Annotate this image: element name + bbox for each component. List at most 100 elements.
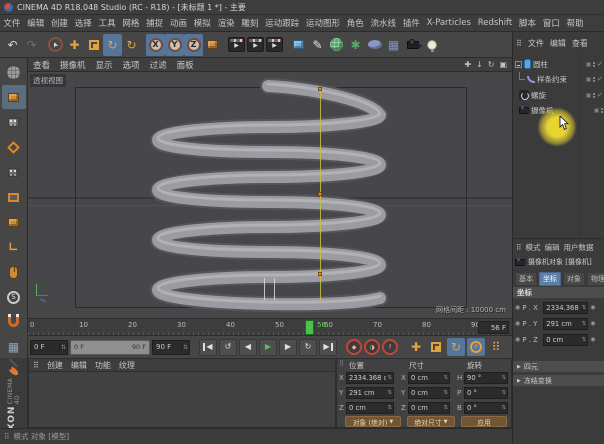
- menu-item[interactable]: 网格: [119, 17, 143, 29]
- size-x-input[interactable]: 0 cm ⇅: [408, 372, 450, 384]
- object-menu-item[interactable]: 文件: [528, 38, 544, 49]
- redo-button[interactable]: ↷: [22, 34, 41, 56]
- rot-h-input[interactable]: 90 ° ⇅: [464, 372, 508, 384]
- render-settings-button[interactable]: ▶: [265, 34, 284, 56]
- add-floor-button[interactable]: ▦: [384, 34, 403, 56]
- menu-item[interactable]: 插件: [399, 17, 423, 29]
- toggle-view-icon[interactable]: ▣: [499, 60, 507, 69]
- attribute-menu-item[interactable]: 用户数据: [564, 242, 594, 253]
- lock-y-axis-button[interactable]: Y: [165, 33, 184, 56]
- menu-item[interactable]: 帮助: [563, 17, 587, 29]
- layer-chip[interactable]: [586, 76, 592, 82]
- spinner-icon[interactable]: ⇅: [500, 405, 507, 411]
- menu-item[interactable]: 编辑: [24, 17, 48, 29]
- live-selection-button[interactable]: ➤: [46, 34, 65, 56]
- visibility-dots[interactable]: [593, 92, 596, 98]
- add-spline-button[interactable]: ✎: [308, 34, 327, 56]
- attribute-menu-item[interactable]: 编辑: [545, 242, 560, 253]
- autokey-button[interactable]: ◑: [364, 339, 380, 355]
- spinner-icon[interactable]: ⇅: [581, 305, 588, 311]
- viewport-menu-item[interactable]: 面板: [172, 59, 199, 71]
- add-camera-button[interactable]: [403, 34, 422, 56]
- layer-chip[interactable]: [586, 92, 592, 98]
- size-z-input[interactable]: 0 cm ⇅: [408, 402, 450, 414]
- py-input[interactable]: 291 cm ⇅: [543, 317, 589, 330]
- key-dot-icon[interactable]: ◉: [515, 336, 520, 343]
- add-generator-button[interactable]: [327, 34, 346, 56]
- freeze-transform-section[interactable]: ▶ 冻结变换: [513, 375, 604, 386]
- size-y-input[interactable]: 0 cm ⇅: [408, 387, 450, 399]
- edges-mode-button[interactable]: [2, 185, 26, 209]
- menu-item[interactable]: 文件: [0, 17, 24, 29]
- key-scale-button[interactable]: [427, 338, 445, 356]
- tab-physical[interactable]: 物理: [587, 272, 604, 286]
- menu-item[interactable]: 捕捉: [143, 17, 167, 29]
- lock-z-axis-button[interactable]: Z: [184, 33, 203, 56]
- menu-item[interactable]: 工具: [95, 17, 119, 29]
- end-frame-input[interactable]: 90 F ⇅: [152, 339, 190, 355]
- magnet-snap-button[interactable]: [2, 310, 26, 334]
- snap-button[interactable]: S: [2, 285, 26, 309]
- object-row-spline-constraint[interactable]: 样条约束 ✓: [513, 72, 604, 86]
- menu-item[interactable]: 渲染: [214, 17, 238, 29]
- workplane-mode-button[interactable]: ▦: [2, 335, 26, 359]
- menu-item[interactable]: 角色: [343, 17, 367, 29]
- key-rotation-button[interactable]: ↻: [447, 338, 465, 356]
- coordinate-mode-dropdown[interactable]: 对象 (绝对) ▼: [345, 416, 401, 427]
- add-environment-button[interactable]: [365, 34, 384, 56]
- add-primitive-button[interactable]: [289, 34, 308, 56]
- enabled-check-icon[interactable]: ✓: [597, 91, 603, 99]
- panel-handle-icon[interactable]: ⠿: [516, 39, 522, 48]
- key-parameter-button[interactable]: P: [467, 338, 485, 356]
- menu-item[interactable]: 创建: [48, 17, 72, 29]
- play-backwards-button[interactable]: ↺: [219, 338, 237, 356]
- helix-spring-model[interactable]: [28, 72, 512, 318]
- material-menu-item[interactable]: 纹理: [119, 360, 135, 371]
- spinner-icon[interactable]: ⇅: [442, 390, 449, 396]
- menu-item[interactable]: 脚本: [516, 17, 540, 29]
- object-row-helix[interactable]: 螺旋 ✓: [513, 88, 604, 102]
- panel-handle-icon[interactable]: ⠿: [33, 361, 39, 370]
- axis-handle[interactable]: [318, 87, 322, 91]
- spinner-icon[interactable]: ⇅: [442, 405, 449, 411]
- pos-x-input[interactable]: 2334.368 cm⇅: [346, 372, 394, 384]
- key-dot-icon[interactable]: ◉: [515, 304, 520, 311]
- next-frame-button[interactable]: ▶: [279, 338, 297, 356]
- visibility-dots[interactable]: [593, 61, 596, 67]
- scale-tool-button[interactable]: [84, 34, 103, 56]
- tab-coordinates[interactable]: 坐标: [539, 272, 561, 286]
- polygons-mode-button[interactable]: [2, 210, 26, 234]
- spinner-icon[interactable]: ⇅: [386, 405, 393, 411]
- expander-icon[interactable]: [515, 60, 522, 68]
- visibility-dots[interactable]: [601, 107, 603, 113]
- make-editable-button[interactable]: [2, 60, 26, 84]
- spinner-icon[interactable]: ⇅: [58, 343, 67, 351]
- add-light-button[interactable]: [422, 34, 441, 56]
- go-to-end-button[interactable]: ▶: [319, 338, 337, 356]
- viewport-solo-button[interactable]: [2, 260, 26, 284]
- spinner-icon[interactable]: ⇅: [581, 337, 588, 343]
- render-picture-viewer-button[interactable]: ▶: [246, 34, 265, 56]
- tab-object[interactable]: 对象: [563, 272, 585, 286]
- playhead[interactable]: [305, 320, 314, 335]
- menu-item[interactable]: 窗口: [539, 17, 563, 29]
- texture-mode-button[interactable]: [2, 110, 26, 134]
- lock-x-axis-button[interactable]: X: [146, 33, 165, 56]
- pan-view-icon[interactable]: ✚: [464, 60, 471, 69]
- viewport-menu-item[interactable]: 摄像机: [55, 59, 91, 71]
- menu-item[interactable]: Redshift: [474, 18, 515, 28]
- axis-handle[interactable]: [318, 272, 322, 276]
- timeline-ruler[interactable]: 0 10 20 30 40 50 60 70 80 90 56 56 F: [28, 318, 512, 336]
- texture-axis-mode-button[interactable]: [2, 135, 26, 159]
- quaternion-section[interactable]: ▶ 四元: [513, 361, 604, 372]
- key-position-button[interactable]: ✚: [407, 338, 425, 356]
- apply-button[interactable]: 应用: [461, 416, 507, 427]
- spinner-icon[interactable]: ⇅: [180, 343, 189, 351]
- object-menu-item[interactable]: 查看: [572, 38, 588, 49]
- object-row-cylinder[interactable]: 圆柱 ✓: [513, 57, 604, 71]
- spinner-icon[interactable]: ⇅: [386, 390, 393, 396]
- start-frame-input[interactable]: 0 F ⇅: [30, 339, 68, 355]
- play-button[interactable]: ▶: [259, 338, 277, 356]
- rotate-view-icon[interactable]: ↻: [488, 60, 495, 69]
- menu-item[interactable]: 运动跟踪: [262, 17, 303, 29]
